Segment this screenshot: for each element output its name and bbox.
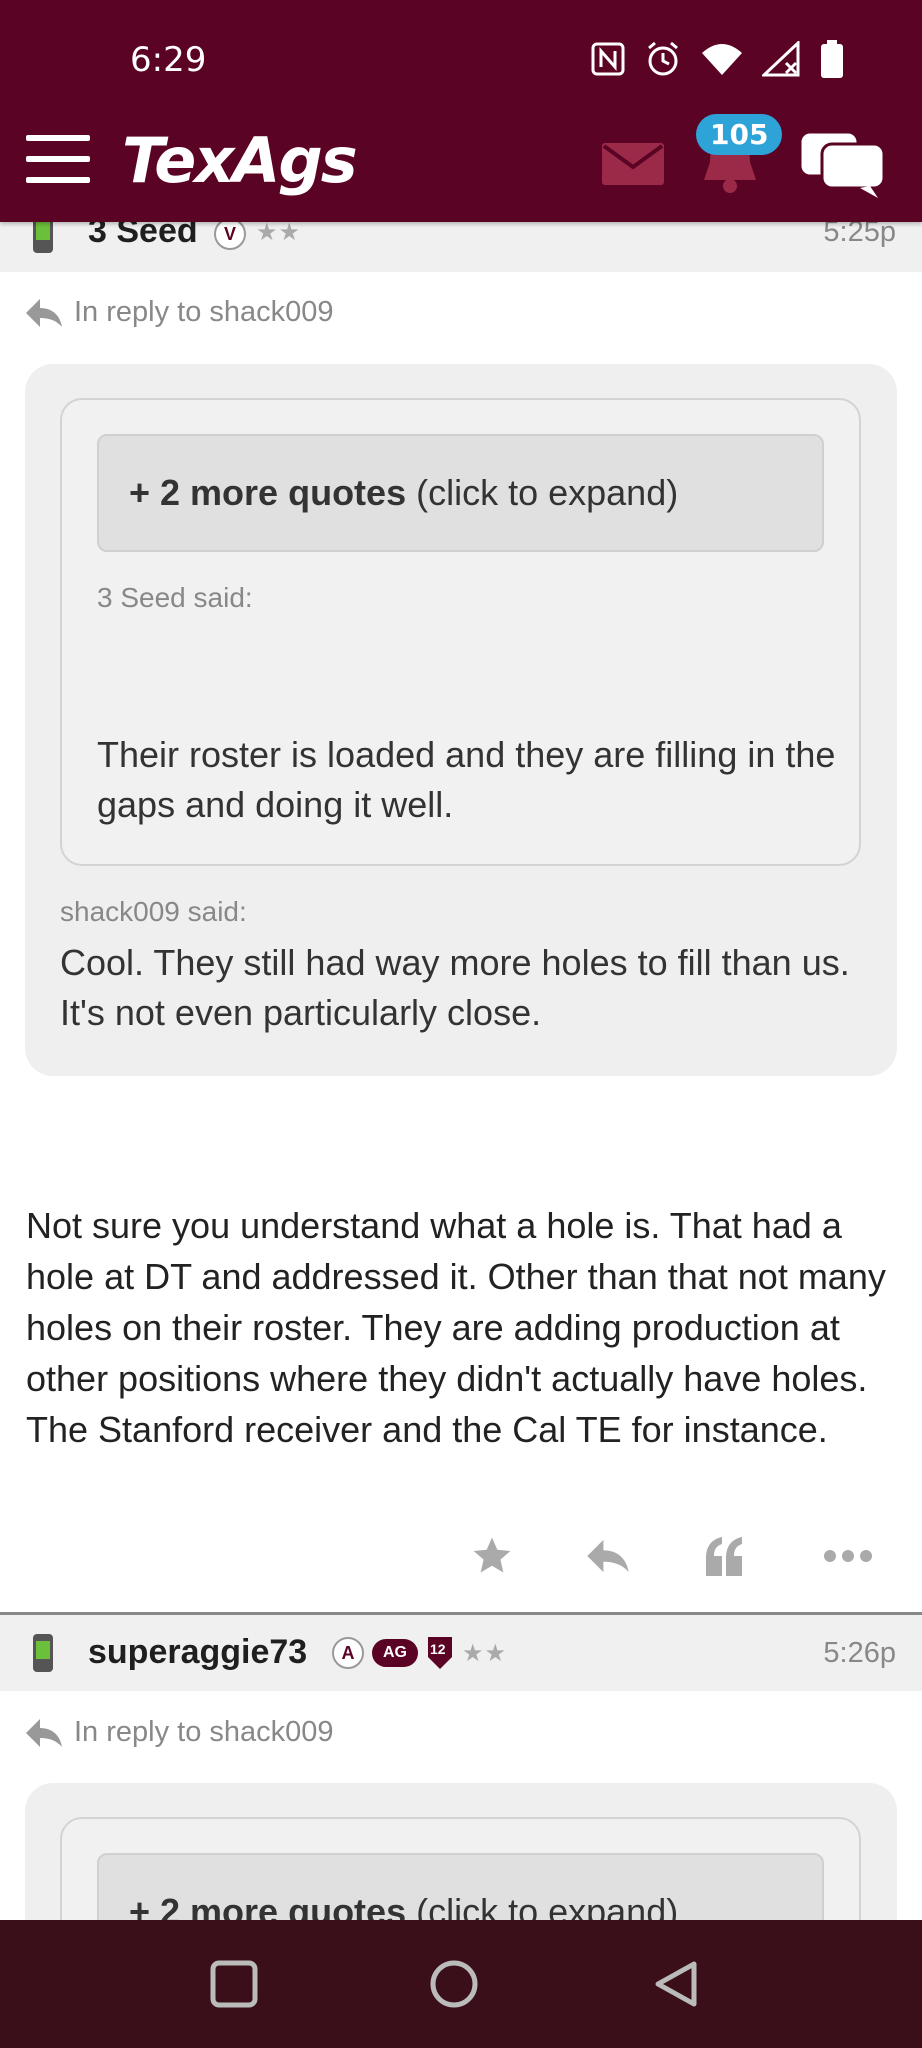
post-actions xyxy=(0,1530,922,1582)
star-icon[interactable] xyxy=(466,1530,518,1582)
battery-icon xyxy=(820,40,844,82)
rating-stars: ★★ xyxy=(462,1639,508,1667)
circle-icon[interactable] xyxy=(428,1958,480,2010)
reply-icon[interactable] xyxy=(582,1530,634,1582)
expand-quotes-button[interactable]: + 2 more quotes (click to expand) xyxy=(97,434,824,552)
system-nav-bar xyxy=(0,1920,922,2048)
status-time: 6:29 xyxy=(130,40,207,80)
badge-v: V xyxy=(214,218,246,250)
signal-icon xyxy=(760,39,802,81)
post-time: 5:26p xyxy=(823,1637,896,1669)
chat-icon[interactable] xyxy=(800,128,884,200)
more-quotes-hint: (click to expand) xyxy=(416,472,679,513)
nested-quote: + 2 more quotes (click to expand) 3 Seed… xyxy=(60,398,861,866)
notification-badge: 105 xyxy=(696,114,783,155)
post-header: superaggie73 A AG 12 ★★ 5:26p xyxy=(0,1615,922,1691)
texags-logo[interactable]: TexAgs xyxy=(122,124,358,197)
reply-to-link[interactable]: In reply to shack009 xyxy=(24,1716,334,1749)
reply-icon xyxy=(26,1718,62,1747)
quote-block: + 2 more quotes (click to expand) 3 Seed… xyxy=(25,364,897,1076)
wifi-icon xyxy=(700,41,744,81)
menu-icon[interactable] xyxy=(26,135,90,183)
alarm-icon xyxy=(644,40,682,82)
status-icons xyxy=(590,39,844,82)
quote-text: Cool. They still had way more holes to f… xyxy=(60,942,850,1033)
quote-icon[interactable] xyxy=(698,1530,750,1582)
mail-icon[interactable] xyxy=(602,143,664,185)
rating-stars: ★★ xyxy=(256,218,302,246)
badge-a: A xyxy=(332,1637,364,1669)
mobile-phone-icon xyxy=(33,1634,53,1672)
square-icon[interactable] xyxy=(208,1958,260,2010)
badge-12th-man: 12 xyxy=(426,1635,454,1671)
nfc-icon xyxy=(590,41,626,81)
quote-author: shack009 said: xyxy=(60,896,247,927)
quote-text: Their roster is loaded and they are fill… xyxy=(97,734,836,825)
back-triangle-icon[interactable] xyxy=(650,1958,702,2010)
reply-to-link[interactable]: In reply to shack009 xyxy=(24,296,334,329)
quote-author: 3 Seed said: xyxy=(97,582,253,613)
more-options-icon[interactable] xyxy=(822,1530,874,1582)
reply-to-text: In reply to shack009 xyxy=(74,1716,334,1748)
post-body: Not sure you understand what a hole is. … xyxy=(26,1205,886,1450)
badge-ag: AG xyxy=(372,1639,418,1667)
post-username[interactable]: superaggie73 xyxy=(88,1633,307,1672)
reply-to-text: In reply to shack009 xyxy=(74,296,334,328)
more-quotes-count: + 2 more quotes xyxy=(129,472,407,513)
reply-icon xyxy=(26,298,62,327)
app-header: 6:29 TexAgs 105 xyxy=(0,0,922,222)
